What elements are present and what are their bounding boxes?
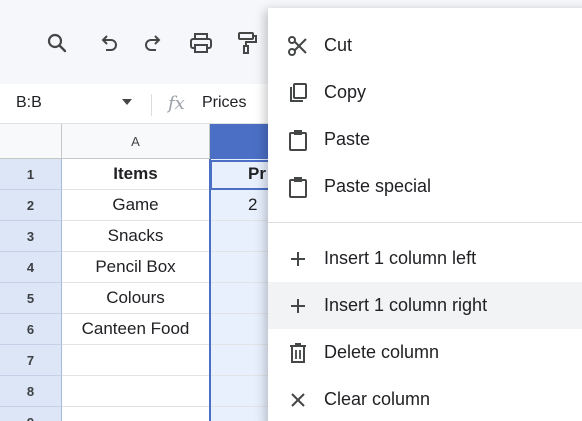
menu-item-copy[interactable]: Copy [268, 69, 582, 116]
name-box[interactable]: B:B [16, 94, 42, 112]
plus-icon [286, 294, 310, 318]
menu-item-label: Copy [324, 82, 367, 102]
menu-divider [268, 222, 582, 223]
menu-item-label: Clear column [324, 389, 431, 409]
column-selection-border [209, 159, 211, 421]
context-menu: Cut Copy Paste Paste special Insert 1 co… [268, 8, 582, 421]
cell-a1[interactable]: Items [62, 159, 210, 190]
row-header[interactable]: 6 [0, 314, 62, 345]
clipboard-icon [286, 175, 310, 199]
menu-item-insert-column-left[interactable]: Insert 1 column left [268, 235, 582, 282]
menu-item-paste-special[interactable]: Paste special [268, 163, 582, 210]
menu-item-delete-column[interactable]: Delete column [268, 329, 582, 376]
trash-icon [286, 341, 310, 365]
row-header[interactable]: 4 [0, 252, 62, 283]
clipboard-icon [286, 128, 310, 152]
menu-item-clear-column[interactable]: Clear column [268, 376, 582, 421]
row-header[interactable]: 1 [0, 159, 62, 190]
menu-item-paste[interactable]: Paste [268, 116, 582, 163]
paint-format-icon[interactable] [234, 30, 260, 56]
search-icon[interactable] [44, 30, 70, 56]
redo-icon[interactable] [140, 30, 166, 56]
cell-a3[interactable]: Snacks [62, 221, 210, 252]
cell-a6[interactable]: Canteen Food [62, 314, 210, 345]
function-icon: fx [168, 93, 185, 114]
menu-item-label: Delete column [324, 342, 440, 362]
cell-a2[interactable]: Game [62, 190, 210, 221]
chevron-down-icon[interactable] [122, 99, 132, 105]
menu-item-cut[interactable]: Cut [268, 22, 582, 69]
cell-a7[interactable] [62, 345, 210, 376]
cell-a4[interactable]: Pencil Box [62, 252, 210, 283]
row-header[interactable]: 5 [0, 283, 62, 314]
undo-icon[interactable] [96, 30, 122, 56]
cell-a5[interactable]: Colours [62, 283, 210, 314]
copy-icon [286, 81, 310, 105]
scissors-icon [286, 34, 310, 58]
divider [151, 94, 152, 116]
menu-item-label: Insert 1 column right [324, 295, 488, 315]
print-icon[interactable] [188, 30, 214, 56]
row-header[interactable]: 2 [0, 190, 62, 221]
menu-item-label: Cut [324, 35, 353, 55]
close-icon [286, 388, 310, 412]
menu-item-label: Insert 1 column left [324, 248, 477, 268]
cell-a8[interactable] [62, 376, 210, 407]
row-header[interactable]: 3 [0, 221, 62, 252]
active-cell-outline [210, 160, 270, 190]
column-header-a[interactable]: A [62, 124, 210, 159]
menu-item-insert-column-right[interactable]: Insert 1 column right [268, 282, 582, 329]
row-header[interactable]: 8 [0, 376, 62, 407]
menu-item-label: Paste special [324, 176, 432, 196]
row-header[interactable]: 9 [0, 407, 62, 421]
cell-a9[interactable] [62, 407, 210, 421]
plus-icon [286, 247, 310, 271]
row-header[interactable]: 7 [0, 345, 62, 376]
formula-input[interactable]: Prices [202, 94, 246, 112]
menu-item-label: Paste [324, 129, 371, 149]
select-all-corner[interactable] [0, 124, 62, 159]
